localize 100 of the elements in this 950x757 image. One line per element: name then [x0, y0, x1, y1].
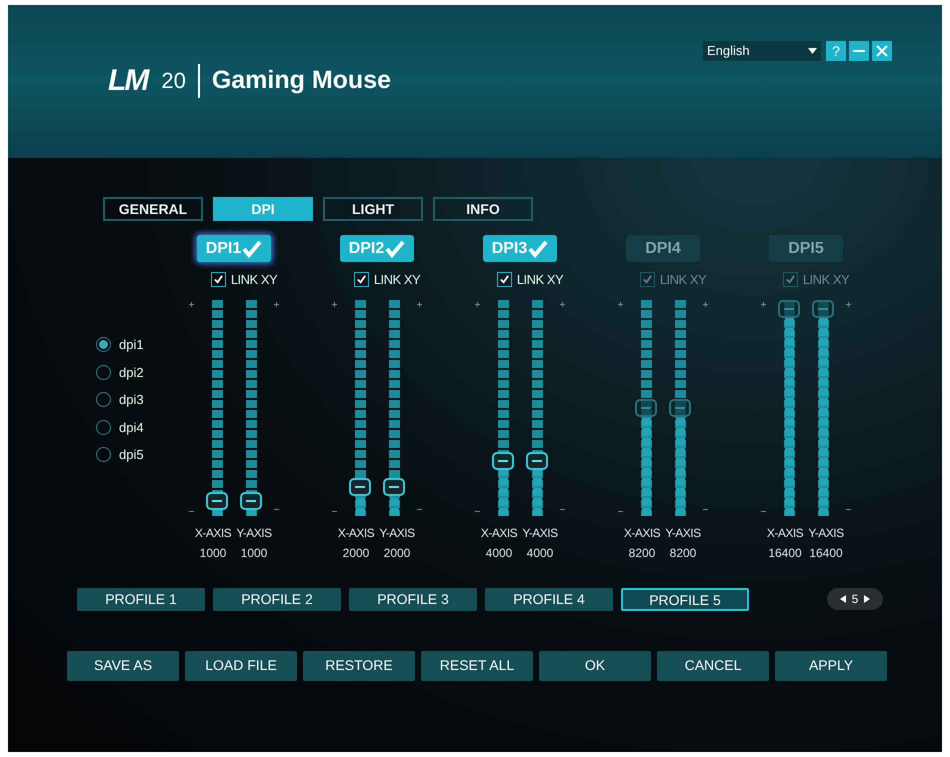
y-axis-value: 4000	[526, 544, 554, 562]
app-title: Gaming Mouse	[212, 65, 391, 96]
y-axis-label: Y-AXIS	[379, 524, 415, 542]
x-axis-label: X-AXIS	[766, 524, 804, 542]
slider-thumb[interactable]	[635, 398, 657, 416]
slider-thumb[interactable]	[383, 478, 405, 496]
action-button[interactable]: OK	[539, 650, 651, 680]
minimize-icon	[853, 50, 865, 52]
action-button[interactable]: RESTORE	[303, 650, 415, 680]
y-axis-value: 16400	[809, 544, 843, 562]
minus-icon	[475, 510, 480, 512]
y-axis-value: 8200	[670, 544, 696, 562]
plus-icon	[703, 302, 708, 306]
caret-icon	[808, 48, 817, 54]
profile-button[interactable]: PROFILE 5	[621, 588, 749, 610]
checkmark-icon	[528, 240, 548, 258]
slider-thumb[interactable]	[206, 492, 228, 510]
x-axis-value: 2000	[342, 544, 370, 562]
checkmark-icon	[242, 240, 262, 258]
minus-icon	[703, 508, 708, 510]
radio-label: dpi1	[119, 336, 144, 354]
checkbox[interactable]	[782, 272, 798, 288]
radio-label: dpi3	[119, 391, 144, 409]
plus-icon	[332, 302, 337, 306]
profile-button[interactable]: PROFILE 2	[213, 588, 341, 610]
plus-icon	[618, 302, 623, 306]
model-number: 20	[161, 70, 186, 92]
y-axis-label: Y-AXIS	[665, 524, 701, 542]
x-axis-value: 16400	[768, 544, 802, 562]
x-axis-label: X-AXIS	[338, 524, 374, 542]
radio-label: dpi5	[119, 446, 144, 464]
close-icon	[876, 45, 888, 57]
checkbox[interactable]	[640, 272, 655, 288]
x-axis-value: 4000	[486, 544, 512, 562]
checkbox[interactable]	[210, 272, 226, 288]
slider-thumb[interactable]	[240, 492, 262, 510]
link-xy-label: LINK XY	[374, 271, 420, 289]
logo-text: LM	[108, 66, 150, 96]
link-xy-label: LINK XY	[230, 271, 278, 289]
checkbox[interactable]	[496, 272, 512, 288]
minus-icon	[332, 510, 337, 512]
y-axis-label: Y-AXIS	[522, 524, 558, 542]
x-axis-label: X-AXIS	[194, 524, 232, 542]
plus-icon	[417, 302, 422, 306]
y-axis-label: Y-AXIS	[236, 524, 272, 542]
dpi-level-button[interactable]: DPI4	[626, 235, 700, 262]
radio-label: dpi4	[119, 418, 144, 437]
tab[interactable]: INFO	[433, 197, 533, 221]
checkmark-icon	[385, 240, 406, 258]
profile-button[interactable]: PROFILE 1	[77, 588, 205, 610]
x-axis-label: X-AXIS	[624, 524, 660, 542]
minus-icon	[618, 510, 623, 512]
profile-pager[interactable]: 5	[827, 588, 883, 610]
right-arrow-icon[interactable]	[864, 595, 870, 603]
profile-button[interactable]: PROFILE 4	[485, 588, 613, 610]
minus-icon	[761, 510, 766, 512]
dpi-level-button[interactable]: DPI5	[769, 235, 843, 262]
radio-button[interactable]	[96, 392, 111, 408]
slider-thumb[interactable]	[812, 300, 834, 318]
minus-icon	[189, 510, 194, 512]
minus-icon	[274, 508, 279, 510]
plus-icon	[274, 302, 279, 306]
left-arrow-icon[interactable]	[840, 595, 846, 603]
profile-button[interactable]: PROFILE 3	[349, 588, 477, 610]
plus-icon	[189, 302, 194, 306]
slider-thumb[interactable]	[349, 478, 371, 496]
radio-label: dpi2	[119, 364, 144, 382]
action-button[interactable]: SAVE AS	[67, 650, 179, 680]
radio-button[interactable]	[96, 447, 111, 462]
link-xy-label: LINK XY	[802, 271, 850, 289]
plus-icon	[761, 302, 766, 306]
link-xy-label: LINK XY	[516, 271, 564, 289]
radio-button[interactable]	[96, 420, 111, 435]
slider-thumb[interactable]	[492, 452, 514, 470]
x-axis-value: 8200	[628, 544, 656, 562]
minus-icon	[560, 508, 565, 510]
y-axis-value: 1000	[240, 544, 268, 562]
plus-icon	[560, 302, 565, 306]
minus-icon	[846, 508, 851, 510]
action-button[interactable]: APPLY	[775, 650, 887, 680]
radio-button[interactable]	[96, 364, 111, 380]
action-button[interactable]: RESET ALL	[421, 650, 533, 680]
x-axis-value: 1000	[200, 544, 226, 562]
plus-icon	[475, 302, 480, 306]
plus-icon	[846, 302, 851, 306]
x-axis-label: X-AXIS	[480, 524, 518, 542]
minus-icon	[417, 508, 422, 510]
y-axis-label: Y-AXIS	[808, 524, 844, 542]
slider-thumb[interactable]	[778, 300, 800, 318]
slider-thumb[interactable]	[669, 398, 691, 416]
checkbox[interactable]	[354, 272, 369, 288]
language-dropdown[interactable]: English	[703, 41, 821, 61]
tab[interactable]: LIGHT	[323, 197, 423, 221]
link-xy-label: LINK XY	[660, 271, 706, 289]
action-button[interactable]: LOAD FILE	[185, 650, 297, 680]
tab[interactable]: GENERAL	[103, 197, 203, 221]
action-button[interactable]: CANCEL	[657, 650, 769, 680]
slider-thumb[interactable]	[526, 452, 548, 470]
y-axis-value: 2000	[384, 544, 410, 562]
radio-button[interactable]	[96, 337, 111, 352]
